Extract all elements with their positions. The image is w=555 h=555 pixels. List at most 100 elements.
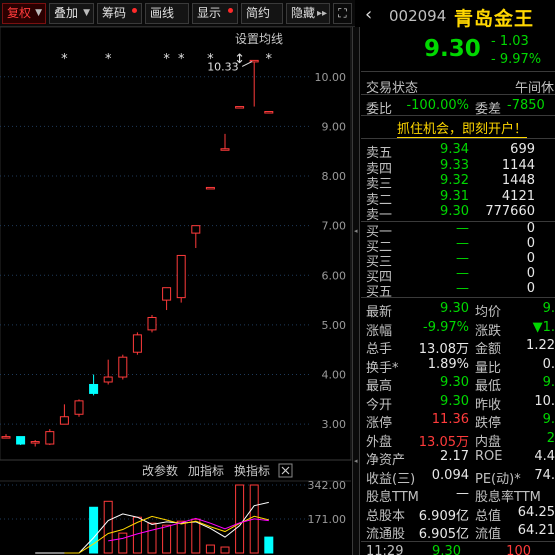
stat-value: 6.905亿 bbox=[418, 527, 469, 542]
event-marker-icon[interactable]: * bbox=[61, 52, 68, 67]
hide-label: 隐藏 bbox=[291, 6, 316, 20]
candle-body[interactable] bbox=[30, 441, 40, 444]
price-axis: 10.00 9.00 8.00 7.00 6.00 5.00 4.00 3.00 bbox=[315, 71, 347, 431]
fuquan-button[interactable]: 复权 ▼ bbox=[2, 3, 46, 24]
bid-row-price[interactable]: — bbox=[421, 236, 469, 251]
stat-value: 9. bbox=[542, 375, 555, 390]
candle-body[interactable] bbox=[162, 287, 172, 301]
stat-label: 均价 bbox=[475, 305, 502, 320]
overlay-button[interactable]: 叠加 ▼ bbox=[49, 3, 94, 24]
add-indicator-button[interactable]: 加指标 bbox=[188, 463, 224, 478]
event-marker-icon[interactable]: * bbox=[105, 52, 112, 67]
candle-body[interactable] bbox=[16, 436, 26, 445]
stat-label: 金额 bbox=[475, 342, 502, 357]
open-account-link[interactable]: 抓住机会，即刻开户！ bbox=[397, 118, 528, 138]
bid-row-volume: 0 bbox=[526, 266, 535, 281]
ask-row-price[interactable]: 9.33 bbox=[421, 158, 469, 173]
stat-label: 换手* bbox=[366, 360, 399, 376]
ask-row-volume: 777660 bbox=[485, 204, 535, 219]
stat-value: 13.05万 bbox=[418, 434, 469, 450]
candle-body[interactable] bbox=[45, 431, 55, 445]
candle-body[interactable] bbox=[176, 254, 186, 299]
stat-value: 9. bbox=[542, 412, 555, 427]
ask-row-price[interactable]: 9.30 bbox=[421, 204, 469, 219]
candle-body[interactable] bbox=[264, 111, 274, 114]
hide-button[interactable]: 隐藏 ▸▸ bbox=[286, 3, 330, 24]
ma-settings-link[interactable]: 设置均线 bbox=[235, 32, 283, 46]
stat-label: 涨停 bbox=[366, 416, 393, 431]
divider bbox=[361, 138, 555, 139]
stat-label: 昨收 bbox=[475, 397, 502, 413]
price-tick-label: 9.00 bbox=[322, 120, 347, 133]
divider bbox=[361, 541, 555, 542]
candle-body[interactable] bbox=[89, 383, 99, 394]
bid-row-price[interactable]: — bbox=[421, 266, 469, 281]
candle-body[interactable] bbox=[103, 376, 113, 383]
ask-row-price[interactable]: 9.31 bbox=[421, 189, 469, 204]
volume-tick-label: 342.00 bbox=[308, 479, 347, 492]
change-params-button[interactable]: 改参数 bbox=[142, 463, 178, 478]
candles bbox=[1, 59, 274, 447]
draw-line-label: 画线 bbox=[150, 6, 175, 20]
candle-body[interactable] bbox=[205, 186, 215, 190]
bid-row-price[interactable]: — bbox=[421, 281, 469, 296]
close-icon[interactable] bbox=[278, 463, 293, 478]
candle-body[interactable] bbox=[74, 400, 84, 415]
candle-body[interactable] bbox=[147, 316, 157, 331]
candle-body[interactable] bbox=[118, 356, 128, 378]
stat-value: 13.08万 bbox=[418, 342, 469, 357]
volume-bar bbox=[162, 524, 172, 554]
bid-row-price[interactable]: — bbox=[421, 221, 469, 236]
close-icon-cross bbox=[281, 466, 290, 475]
event-marker-icon[interactable]: * bbox=[266, 52, 273, 67]
candle-body[interactable] bbox=[235, 106, 245, 109]
simple-button[interactable]: 简约 bbox=[241, 3, 283, 24]
kline-chart[interactable]: 设置均线 10.00 9.00 8.00 7.00 6.00 5.00 4.00 3.00 *… bbox=[0, 27, 352, 555]
volume-bar bbox=[103, 500, 113, 554]
stat-label: 内盘 bbox=[475, 434, 502, 450]
ask-row-price[interactable]: 9.32 bbox=[421, 173, 469, 188]
stat-label: 总股本 bbox=[366, 508, 406, 524]
back-chevron-icon[interactable]: ‹ bbox=[365, 4, 372, 25]
volume-tick-label: 171.00 bbox=[308, 513, 347, 526]
divider bbox=[361, 71, 555, 72]
display-button[interactable]: 显示 bbox=[192, 3, 238, 24]
bid-row-volume: 0 bbox=[526, 221, 535, 236]
ask-row-price[interactable]: 9.34 bbox=[421, 142, 469, 157]
volume-bar bbox=[264, 536, 274, 554]
stock-name: 青岛金王 bbox=[454, 8, 535, 30]
candle-body[interactable] bbox=[220, 148, 230, 151]
candle-body[interactable] bbox=[132, 334, 142, 353]
splitter-arrow-icon[interactable]: ◂ bbox=[354, 227, 358, 235]
switch-indicator-button[interactable]: 换指标 bbox=[234, 463, 270, 478]
event-markers[interactable]: * * * * * ↕ * bbox=[61, 52, 272, 67]
expand-icon[interactable]: ⛶ bbox=[333, 3, 352, 24]
tick-time: 11:29 bbox=[366, 544, 404, 555]
divider bbox=[361, 94, 555, 95]
chart-toolbar: 复权 ▼ 叠加 ▼ 筹码 画线 显示 简约 隐藏 ▸▸ ⛶ bbox=[0, 0, 355, 27]
chips-button[interactable]: 筹码 bbox=[97, 3, 142, 24]
stat-label: 股息率TTM bbox=[475, 490, 541, 505]
panel-splitter[interactable]: ◂ ◂ bbox=[352, 27, 360, 555]
event-marker-icon[interactable]: * bbox=[178, 52, 185, 67]
event-marker-icon[interactable]: * bbox=[163, 52, 170, 67]
fuquan-label: 复权 bbox=[7, 6, 32, 20]
price-tick-label: 6.00 bbox=[322, 269, 347, 282]
volume-bar bbox=[118, 532, 128, 554]
volume-axis: 342.00 171.00 bbox=[308, 479, 347, 526]
bid-row-price[interactable]: — bbox=[421, 251, 469, 266]
last-price: 9.30 bbox=[424, 36, 481, 62]
stat-label: 今开 bbox=[366, 397, 393, 413]
candle-body[interactable] bbox=[59, 416, 69, 425]
draw-line-button[interactable]: 画线 bbox=[145, 3, 189, 24]
stat-value: 1.22 bbox=[526, 338, 555, 353]
candle-body[interactable] bbox=[1, 436, 11, 439]
bid-row-volume: 0 bbox=[526, 236, 535, 251]
stat-label: 总手 bbox=[366, 342, 393, 357]
simple-label: 简约 bbox=[246, 6, 271, 20]
candle-body[interactable] bbox=[191, 225, 201, 234]
stat-value: 6.909亿 bbox=[418, 508, 469, 524]
splitter-arrow-icon[interactable]: ◂ bbox=[354, 457, 358, 465]
quote-panel: ‹ 002094 青岛金王 9.30 - 1.03 - 9.97% 交易状态 午… bbox=[361, 0, 555, 555]
stat-value: 74. bbox=[534, 467, 555, 483]
